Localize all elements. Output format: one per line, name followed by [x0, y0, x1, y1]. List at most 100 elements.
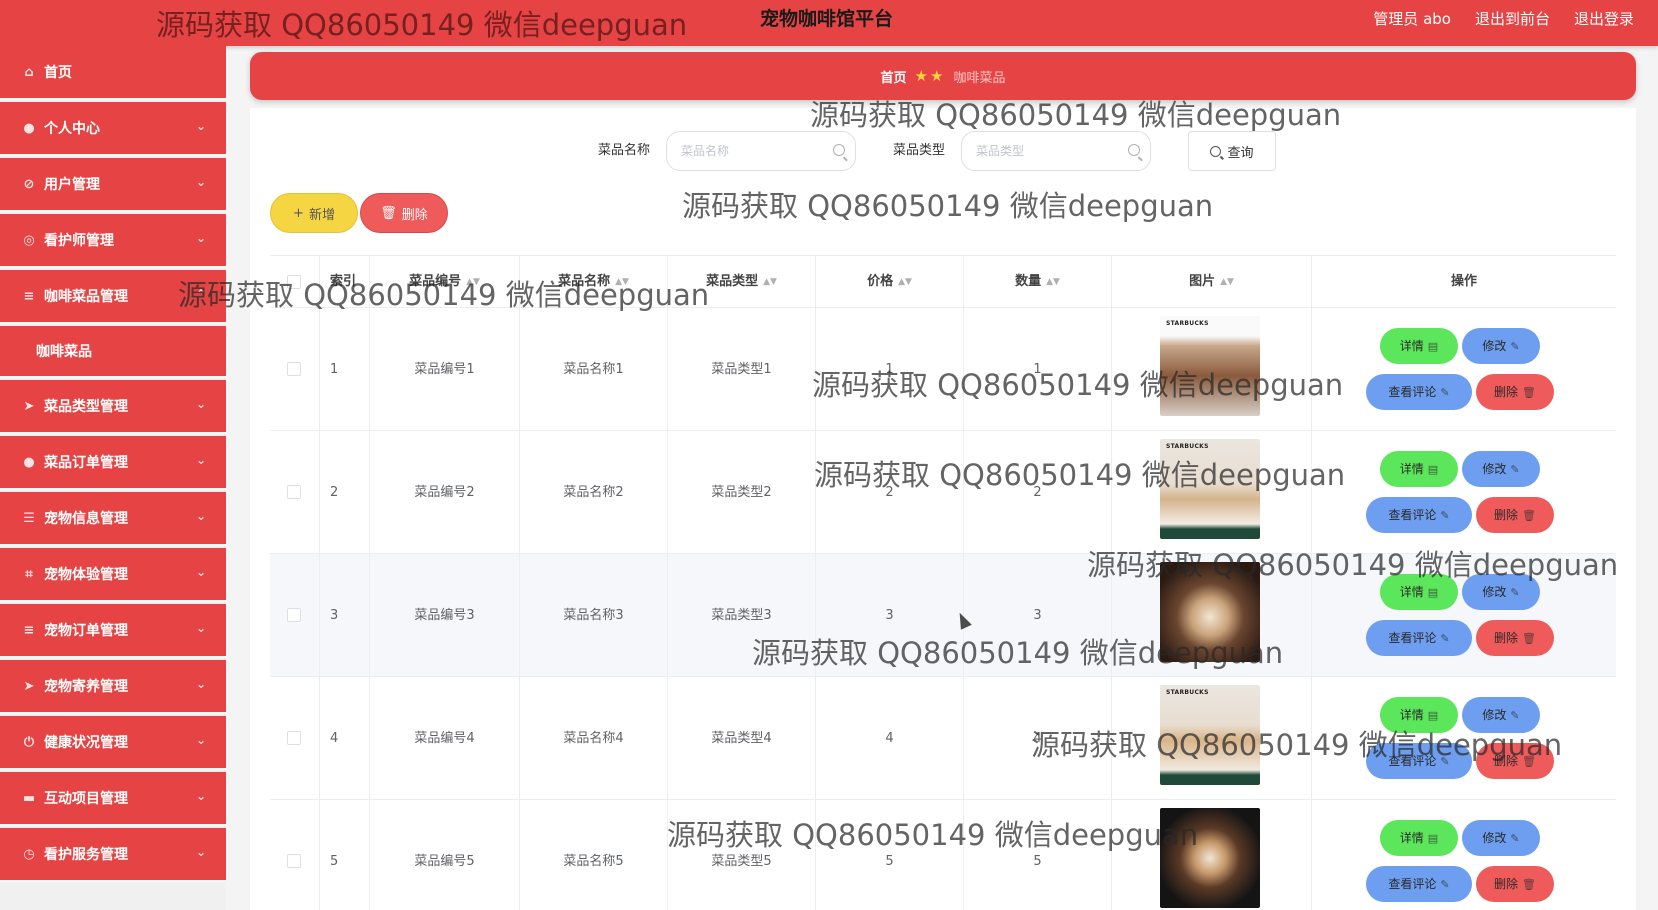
row-checkbox[interactable]: [287, 731, 301, 745]
sidebar-item-dish-orders[interactable]: ● 菜品订单管理 ⌄: [0, 436, 226, 490]
sidebar-item-users[interactable]: ⊘ 用户管理 ⌄: [0, 158, 226, 212]
sidebar-item-coffee-dishes[interactable]: ≡ 咖啡菜品管理 ⌃: [0, 270, 226, 324]
search-type-input[interactable]: 菜品类型: [961, 131, 1151, 171]
user-icon: ●: [23, 454, 35, 470]
back-to-front-link[interactable]: 退出到前台: [1475, 0, 1550, 38]
header-code-label: 菜品编号: [409, 274, 462, 289]
sidebar-item-pet-boarding[interactable]: ➤ 宠物寄养管理 ⌄: [0, 660, 226, 714]
query-button[interactable]: 查询: [1188, 131, 1276, 171]
dish-image[interactable]: [1160, 808, 1260, 908]
sort-icon[interactable]: ▲▼: [1220, 256, 1234, 308]
pencil-icon: ✎: [1440, 877, 1450, 891]
sidebar-item-label: 宠物体验管理: [44, 567, 128, 583]
detail-label: 详情: [1399, 831, 1424, 845]
sort-icon[interactable]: ▲▼: [615, 256, 629, 308]
row-delete-button[interactable]: 删除 🗑: [1476, 743, 1554, 779]
sort-icon[interactable]: ▲▼: [898, 256, 912, 308]
row-checkbox[interactable]: [287, 362, 301, 376]
view-comments-button[interactable]: 查看评论 ✎: [1366, 374, 1472, 410]
sort-icon[interactable]: ▲▼: [466, 256, 480, 308]
header-type[interactable]: 菜品类型 ▲▼: [668, 256, 816, 308]
chevron-down-icon: ⌄: [195, 677, 206, 691]
search-type-placeholder: 菜品类型: [976, 144, 1025, 158]
edit-button[interactable]: 修改 ✎: [1462, 451, 1540, 487]
cell-price: 3: [816, 554, 964, 677]
chevron-down-icon: ⌄: [195, 231, 206, 245]
detail-button[interactable]: 详情 ▤: [1380, 451, 1458, 487]
edit-button[interactable]: 修改 ✎: [1462, 574, 1540, 610]
sort-icon[interactable]: ▲▼: [763, 256, 777, 308]
sidebar-item-label: 咖啡菜品管理: [44, 289, 128, 305]
search-name-input[interactable]: 菜品名称: [666, 131, 856, 171]
select-all-checkbox[interactable]: [287, 275, 301, 289]
chevron-down-icon: ⌄: [195, 621, 206, 635]
sidebar-item-home[interactable]: ⌂ 首页: [0, 46, 226, 100]
row-select-cell: [270, 308, 320, 431]
header-code[interactable]: 菜品编号 ▲▼: [370, 256, 520, 308]
table-row: 2 菜品编号2 菜品名称2 菜品类型2 2 2 STARBUCKS 详情 ▤ 修改…: [270, 431, 1616, 554]
table-row: 3 菜品编号3 菜品名称3 菜品类型3 3 3 详情 ▤ 修改 ✎ 查看评论 ✎ 删除…: [270, 554, 1616, 677]
add-button[interactable]: + 新增: [270, 193, 358, 233]
row-delete-button[interactable]: 删除 🗑: [1476, 620, 1554, 656]
user-icon: ●: [23, 120, 35, 136]
sidebar-item-dish-types[interactable]: ➤ 菜品类型管理 ⌄: [0, 380, 226, 434]
header-qty[interactable]: 数量 ▲▼: [964, 256, 1112, 308]
sidebar-item-health[interactable]: ⏻ 健康状况管理 ⌄: [0, 716, 226, 770]
header-image[interactable]: 图片 ▲▼: [1112, 256, 1312, 308]
sidebar-item-profile[interactable]: ● 个人中心 ⌄: [0, 102, 226, 156]
detail-button[interactable]: 详情 ▤: [1380, 820, 1458, 856]
edit-button[interactable]: 修改 ✎: [1462, 820, 1540, 856]
document-icon: ▤: [1427, 708, 1439, 722]
sidebar-item-pet-orders[interactable]: ≡ 宠物订单管理 ⌄: [0, 604, 226, 658]
star-separator-icon: ★★: [914, 67, 946, 85]
view-comments-button[interactable]: 查看评论 ✎: [1366, 497, 1472, 533]
breadcrumb-home[interactable]: 首页: [881, 67, 907, 86]
detail-button[interactable]: 详情 ▤: [1380, 574, 1458, 610]
sidebar-item-pet-experience[interactable]: ⌗ 宠物体验管理 ⌄: [0, 548, 226, 602]
edit-label: 修改: [1482, 708, 1507, 722]
sidebar: ⌂ 首页 ● 个人中心 ⌄ ⊘ 用户管理 ⌄ ◎ 看护师管理 ⌄ ≡ 咖啡菜品管…: [0, 46, 226, 910]
sidebar-subitem-coffee-dish[interactable]: 咖啡菜品: [0, 326, 226, 378]
view-comments-button[interactable]: 查看评论 ✎: [1366, 743, 1472, 779]
header-index-label: 索引: [330, 274, 357, 289]
view-comments-button[interactable]: 查看评论 ✎: [1366, 866, 1472, 902]
sidebar-item-interaction[interactable]: ▬ 互动项目管理 ⌄: [0, 772, 226, 826]
dish-image[interactable]: STARBUCKS: [1160, 439, 1260, 539]
cell-image: [1112, 800, 1312, 910]
dish-image[interactable]: STARBUCKS: [1160, 685, 1260, 785]
header-name[interactable]: 菜品名称 ▲▼: [520, 256, 668, 308]
cell-qty: 5: [964, 800, 1112, 910]
sidebar-item-label: 首页: [44, 65, 72, 81]
row-checkbox[interactable]: [287, 854, 301, 868]
row-delete-button[interactable]: 删除 🗑: [1476, 374, 1554, 410]
pencil-icon: ✎: [1510, 708, 1520, 722]
cell-price: 4: [816, 677, 964, 800]
row-delete-button[interactable]: 删除 🗑: [1476, 497, 1554, 533]
sort-icon[interactable]: ▲▼: [1046, 256, 1060, 308]
bulk-delete-button[interactable]: 🗑 删除: [360, 193, 448, 233]
edit-label: 修改: [1482, 585, 1507, 599]
table-row: 1 菜品编号1 菜品名称1 菜品类型1 1 1 STARBUCKS 详情 ▤ 修改…: [270, 308, 1616, 431]
view-comments-button[interactable]: 查看评论 ✎: [1366, 620, 1472, 656]
edit-button[interactable]: 修改 ✎: [1462, 328, 1540, 364]
dish-image[interactable]: STARBUCKS: [1160, 316, 1260, 416]
detail-button[interactable]: 详情 ▤: [1380, 328, 1458, 364]
logout-link[interactable]: 退出登录: [1574, 0, 1634, 38]
sidebar-item-pet-info[interactable]: ☰ 宠物信息管理 ⌄: [0, 492, 226, 546]
trash-icon: 🗑: [1522, 508, 1536, 522]
admin-label[interactable]: 管理员 abo: [1373, 0, 1451, 38]
header-price[interactable]: 价格 ▲▼: [816, 256, 964, 308]
detail-button[interactable]: 详情 ▤: [1380, 697, 1458, 733]
sidebar-item-nurses[interactable]: ◎ 看护师管理 ⌄: [0, 214, 226, 268]
row-checkbox[interactable]: [287, 485, 301, 499]
chevron-down-icon: ⌄: [195, 175, 206, 189]
edit-button[interactable]: 修改 ✎: [1462, 697, 1540, 733]
sidebar-item-care-service[interactable]: ◷ 看护服务管理 ⌄: [0, 828, 226, 882]
dish-image[interactable]: [1160, 562, 1260, 662]
brand-text: STARBUCKS: [1166, 443, 1209, 450]
row-checkbox[interactable]: [287, 608, 301, 622]
cell-index: 4: [320, 677, 370, 800]
cell-code: 菜品编号3: [370, 554, 520, 677]
pencil-icon: ✎: [1440, 754, 1450, 768]
row-delete-button[interactable]: 删除 🗑: [1476, 866, 1554, 902]
